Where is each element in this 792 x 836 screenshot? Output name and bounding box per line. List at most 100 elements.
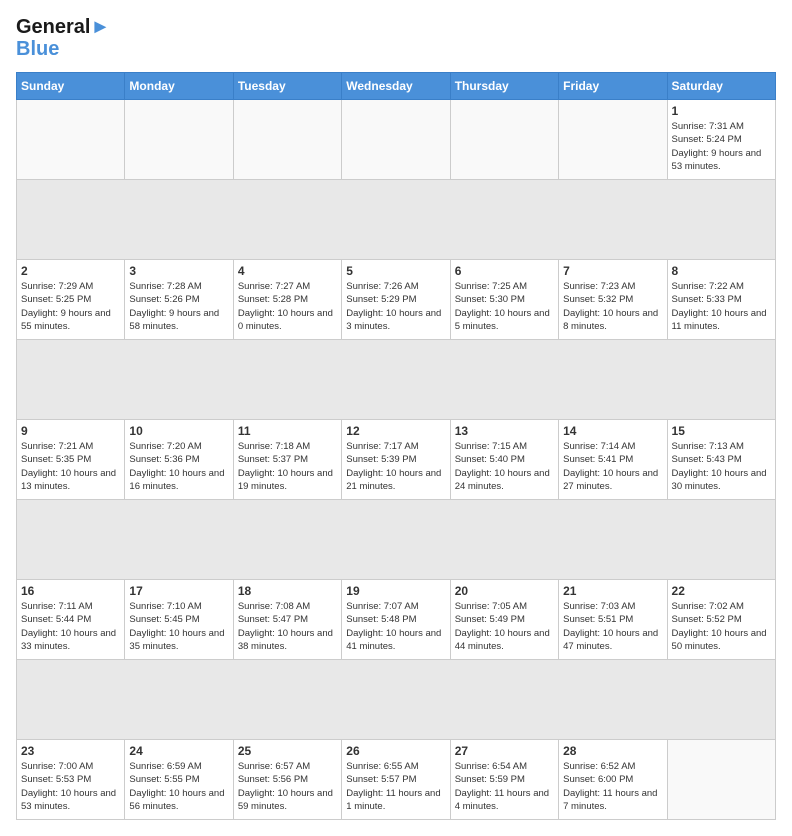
- calendar-day-cell: 22Sunrise: 7:02 AMSunset: 5:52 PMDayligh…: [667, 580, 775, 660]
- day-info: Sunrise: 7:07 AMSunset: 5:48 PMDaylight:…: [346, 600, 445, 653]
- day-info: Sunrise: 7:00 AMSunset: 5:53 PMDaylight:…: [21, 760, 120, 813]
- day-info: Sunrise: 6:54 AMSunset: 5:59 PMDaylight:…: [455, 760, 554, 813]
- day-number: 8: [672, 264, 771, 278]
- day-info: Sunrise: 7:10 AMSunset: 5:45 PMDaylight:…: [129, 600, 228, 653]
- day-info: Sunrise: 6:52 AMSunset: 6:00 PMDaylight:…: [563, 760, 662, 813]
- day-info: Sunrise: 7:25 AMSunset: 5:30 PMDaylight:…: [455, 280, 554, 333]
- day-number: 20: [455, 584, 554, 598]
- calendar-week-row: 1 Sunrise: 7:31 AMSunset: 5:24 PMDaylight…: [17, 100, 776, 180]
- calendar-day-cell: 10Sunrise: 7:20 AMSunset: 5:36 PMDayligh…: [125, 420, 233, 500]
- week-divider-row: [17, 660, 776, 740]
- calendar-day-cell: 2 Sunrise: 7:29 AMSunset: 5:25 PMDaylight…: [17, 260, 125, 340]
- weekday-header-cell: Sunday: [17, 73, 125, 100]
- calendar-day-cell: 6 Sunrise: 7:25 AMSunset: 5:30 PMDaylight…: [450, 260, 558, 340]
- calendar-week-row: 9 Sunrise: 7:21 AMSunset: 5:35 PMDaylight…: [17, 420, 776, 500]
- day-info: Sunrise: 7:23 AMSunset: 5:32 PMDaylight:…: [563, 280, 662, 333]
- day-number: 3: [129, 264, 228, 278]
- calendar-day-cell: 26 Sunrise: 6:55 AMSunset: 5:57 PMDayligh…: [342, 740, 450, 820]
- calendar-day-cell: 9 Sunrise: 7:21 AMSunset: 5:35 PMDaylight…: [17, 420, 125, 500]
- day-info: Sunrise: 7:28 AMSunset: 5:26 PMDaylight:…: [129, 280, 228, 333]
- day-number: 17: [129, 584, 228, 598]
- week-divider-row: [17, 180, 776, 260]
- week-divider-row: [17, 500, 776, 580]
- day-info: Sunrise: 7:26 AMSunset: 5:29 PMDaylight:…: [346, 280, 445, 333]
- day-info: Sunrise: 7:03 AMSunset: 5:51 PMDaylight:…: [563, 600, 662, 653]
- day-number: 7: [563, 264, 662, 278]
- day-number: 1: [672, 104, 771, 118]
- day-info: Sunrise: 7:02 AMSunset: 5:52 PMDaylight:…: [672, 600, 771, 653]
- day-number: 4: [238, 264, 337, 278]
- calendar-day-cell: 11 Sunrise: 7:18 AMSunset: 5:37 PMDayligh…: [233, 420, 341, 500]
- calendar-day-cell: 20 Sunrise: 7:05 AMSunset: 5:49 PMDayligh…: [450, 580, 558, 660]
- weekday-header-cell: Wednesday: [342, 73, 450, 100]
- weekday-header-cell: Thursday: [450, 73, 558, 100]
- calendar-day-cell: 8 Sunrise: 7:22 AMSunset: 5:33 PMDaylight…: [667, 260, 775, 340]
- day-info: Sunrise: 7:18 AMSunset: 5:37 PMDaylight:…: [238, 440, 337, 493]
- day-info: Sunrise: 6:59 AMSunset: 5:55 PMDaylight:…: [129, 760, 228, 813]
- calendar-day-cell: 12 Sunrise: 7:17 AMSunset: 5:39 PMDayligh…: [342, 420, 450, 500]
- logo: General► Blue: [16, 16, 110, 60]
- calendar-day-cell: 16 Sunrise: 7:11 AMSunset: 5:44 PMDayligh…: [17, 580, 125, 660]
- day-info: Sunrise: 7:21 AMSunset: 5:35 PMDaylight:…: [21, 440, 120, 493]
- day-number: 23: [21, 744, 120, 758]
- weekday-header-cell: Monday: [125, 73, 233, 100]
- day-info: Sunrise: 7:13 AMSunset: 5:43 PMDaylight:…: [672, 440, 771, 493]
- logo-text-line2: Blue: [16, 38, 110, 60]
- calendar-day-cell: [667, 740, 775, 820]
- day-info: Sunrise: 7:31 AMSunset: 5:24 PMDaylight:…: [672, 120, 771, 173]
- calendar-day-cell: 13Sunrise: 7:15 AMSunset: 5:40 PMDayligh…: [450, 420, 558, 500]
- calendar-day-cell: 14 Sunrise: 7:14 AMSunset: 5:41 PMDayligh…: [559, 420, 667, 500]
- weekday-header-cell: Friday: [559, 73, 667, 100]
- calendar-body: 1 Sunrise: 7:31 AMSunset: 5:24 PMDaylight…: [17, 100, 776, 820]
- day-info: Sunrise: 7:14 AMSunset: 5:41 PMDaylight:…: [563, 440, 662, 493]
- day-number: 24: [129, 744, 228, 758]
- calendar-day-cell: 27 Sunrise: 6:54 AMSunset: 5:59 PMDayligh…: [450, 740, 558, 820]
- day-info: Sunrise: 7:17 AMSunset: 5:39 PMDaylight:…: [346, 440, 445, 493]
- day-info: Sunrise: 7:08 AMSunset: 5:47 PMDaylight:…: [238, 600, 337, 653]
- calendar-day-cell: 23 Sunrise: 7:00 AMSunset: 5:53 PMDayligh…: [17, 740, 125, 820]
- weekday-header-cell: Saturday: [667, 73, 775, 100]
- day-number: 19: [346, 584, 445, 598]
- day-info: Sunrise: 7:05 AMSunset: 5:49 PMDaylight:…: [455, 600, 554, 653]
- calendar-day-cell: 18Sunrise: 7:08 AMSunset: 5:47 PMDayligh…: [233, 580, 341, 660]
- calendar-day-cell: 17 Sunrise: 7:10 AMSunset: 5:45 PMDayligh…: [125, 580, 233, 660]
- day-number: 11: [238, 424, 337, 438]
- day-number: 2: [21, 264, 120, 278]
- day-number: 9: [21, 424, 120, 438]
- week-divider-cell: [17, 500, 776, 580]
- week-divider-cell: [17, 180, 776, 260]
- day-number: 16: [21, 584, 120, 598]
- logo-text-line1: General►: [16, 16, 110, 38]
- day-info: Sunrise: 7:22 AMSunset: 5:33 PMDaylight:…: [672, 280, 771, 333]
- calendar-day-cell: 15 Sunrise: 7:13 AMSunset: 5:43 PMDayligh…: [667, 420, 775, 500]
- day-number: 12: [346, 424, 445, 438]
- calendar-day-cell: 19 Sunrise: 7:07 AMSunset: 5:48 PMDayligh…: [342, 580, 450, 660]
- day-number: 21: [563, 584, 662, 598]
- calendar-day-cell: 25Sunrise: 6:57 AMSunset: 5:56 PMDayligh…: [233, 740, 341, 820]
- calendar-week-row: 2 Sunrise: 7:29 AMSunset: 5:25 PMDaylight…: [17, 260, 776, 340]
- calendar-day-cell: [342, 100, 450, 180]
- day-number: 14: [563, 424, 662, 438]
- day-number: 6: [455, 264, 554, 278]
- calendar-table: SundayMondayTuesdayWednesdayThursdayFrid…: [16, 72, 776, 820]
- calendar-day-cell: [233, 100, 341, 180]
- day-info: Sunrise: 7:29 AMSunset: 5:25 PMDaylight:…: [21, 280, 120, 333]
- day-number: 15: [672, 424, 771, 438]
- calendar-day-cell: 3 Sunrise: 7:28 AMSunset: 5:26 PMDaylight…: [125, 260, 233, 340]
- day-info: Sunrise: 7:11 AMSunset: 5:44 PMDaylight:…: [21, 600, 120, 653]
- week-divider-cell: [17, 660, 776, 740]
- day-number: 27: [455, 744, 554, 758]
- day-info: Sunrise: 7:27 AMSunset: 5:28 PMDaylight:…: [238, 280, 337, 333]
- calendar-day-cell: [125, 100, 233, 180]
- weekday-header-row: SundayMondayTuesdayWednesdayThursdayFrid…: [17, 73, 776, 100]
- day-info: Sunrise: 6:55 AMSunset: 5:57 PMDaylight:…: [346, 760, 445, 813]
- week-divider-cell: [17, 340, 776, 420]
- calendar-day-cell: 5 Sunrise: 7:26 AMSunset: 5:29 PMDaylight…: [342, 260, 450, 340]
- day-number: 5: [346, 264, 445, 278]
- calendar-week-row: 23 Sunrise: 7:00 AMSunset: 5:53 PMDayligh…: [17, 740, 776, 820]
- day-number: 26: [346, 744, 445, 758]
- day-number: 25: [238, 744, 337, 758]
- week-divider-row: [17, 340, 776, 420]
- calendar-day-cell: 1 Sunrise: 7:31 AMSunset: 5:24 PMDaylight…: [667, 100, 775, 180]
- calendar-day-cell: 7 Sunrise: 7:23 AMSunset: 5:32 PMDaylight…: [559, 260, 667, 340]
